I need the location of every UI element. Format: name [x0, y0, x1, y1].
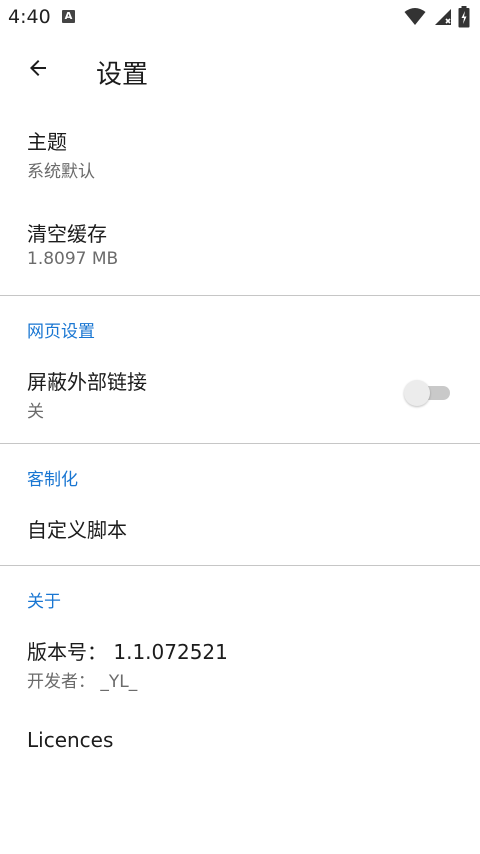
- page-title: 设置: [96, 60, 149, 90]
- divider: [0, 565, 480, 566]
- app-bar: 设置: [0, 34, 480, 106]
- licences-title: Licences: [27, 728, 114, 752]
- theme-subtitle: 系统默认: [27, 162, 95, 182]
- divider: [0, 443, 480, 444]
- clear-cache-title: 清空缓存: [27, 222, 107, 246]
- battery-icon: [458, 6, 470, 32]
- signal-icon: [432, 7, 452, 31]
- custom-script-title: 自定义脚本: [27, 518, 127, 542]
- custom-script-setting[interactable]: 自定义脚本: [0, 500, 480, 562]
- theme-title: 主题: [27, 130, 67, 154]
- clear-cache-subtitle: 1.8097 MB: [27, 249, 119, 269]
- version-setting[interactable]: 版本号： 1.1.072521 开发者： _YL_: [0, 622, 480, 712]
- arrow-back-icon: [26, 56, 50, 84]
- clear-cache-setting[interactable]: 清空缓存 1.8097 MB: [0, 204, 480, 294]
- section-header-web: 网页设置: [27, 322, 95, 342]
- block-links-title: 屏蔽外部链接: [27, 370, 147, 394]
- status-bar: 4:40 A: [0, 0, 480, 34]
- divider: [0, 295, 480, 296]
- block-links-subtitle: 关: [27, 402, 44, 422]
- status-icons: [404, 6, 470, 32]
- developer-subtitle: 开发者： _YL_: [27, 672, 138, 692]
- notification-icon: A: [62, 10, 75, 23]
- switch-thumb: [404, 380, 430, 406]
- licences-setting[interactable]: Licences: [0, 714, 480, 776]
- wifi-icon: [404, 7, 426, 31]
- version-title: 版本号： 1.1.072521: [27, 640, 228, 664]
- block-links-switch[interactable]: [404, 380, 452, 406]
- status-time: 4:40: [8, 6, 51, 28]
- section-header-about: 关于: [27, 592, 61, 612]
- back-button[interactable]: [16, 48, 60, 92]
- theme-setting[interactable]: 主题 系统默认: [0, 112, 480, 202]
- section-header-custom: 客制化: [27, 470, 78, 490]
